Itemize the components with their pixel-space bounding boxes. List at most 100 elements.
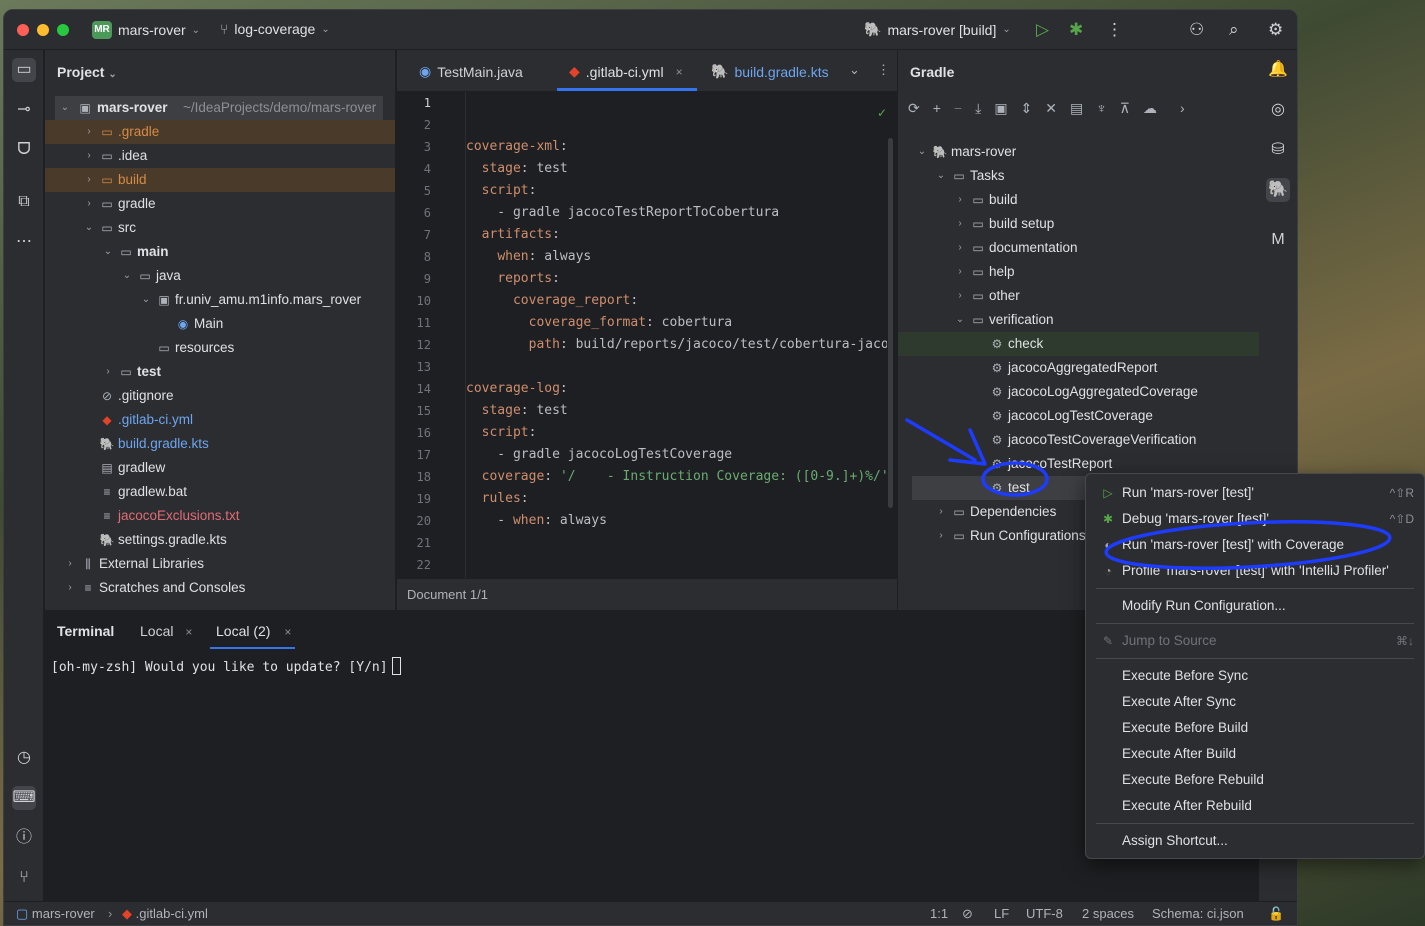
search-icon[interactable]: ⌕ [1229,20,1239,40]
chevron-right-icon[interactable]: › [954,212,966,236]
menu-assign-shortcut[interactable]: Assign Shortcut... [1086,828,1424,854]
menu-execute-before-sync[interactable]: Execute Before Sync [1086,663,1424,689]
problems-icon[interactable]: ⓘ [12,826,36,850]
gradle-tree-item[interactable]: › ▭ build [898,188,1259,212]
chevron-right-icon[interactable]: › [954,188,966,212]
project-tree-item[interactable]: ≡ jacocoExclusions.txt [45,504,395,528]
execute-task-icon[interactable]: ▣ [994,100,1007,120]
project-tree-item[interactable]: ◆ .gitlab-ci.yml [45,408,395,432]
breadcrumb-project[interactable]: ▢ mars-rover [16,906,95,922]
terminal-tab-local[interactable]: Local × [140,623,192,639]
git-icon[interactable]: ⑂ [12,866,36,890]
project-tree-item[interactable]: ⌄ ▣ fr.univ_amu.m1info.mars_rover [45,288,395,312]
dependencies-icon[interactable]: ♆ [1096,100,1107,120]
commit-icon[interactable]: ⊸ [12,98,36,122]
caret-position[interactable]: 1:1 [930,906,948,921]
file-encoding[interactable]: UTF-8 [1026,906,1063,921]
menu-jump-to-source[interactable]: ✎ Jump to Source ⌘↓ [1086,628,1424,654]
gradle-tree-item[interactable]: ⚙ check [898,332,1259,356]
expand-all-icon[interactable]: ⇕ [1021,100,1033,120]
tab-testmain[interactable]: ◉ TestMain.java [419,63,523,80]
lock-icon[interactable]: 🔓 [1268,906,1284,922]
menu-modify-run-config[interactable]: Modify Run Configuration... [1086,593,1424,619]
chevron-down-icon[interactable]: ⌄ [916,140,928,164]
notifications-icon[interactable]: 🔔 [1266,58,1290,82]
more-tools-icon[interactable]: ⋯ [12,230,36,254]
project-tree-item[interactable]: ▤ gradlew [45,456,395,480]
gradle-tree-item[interactable]: ⚙ jacocoLogTestCoverage [898,404,1259,428]
line-ending[interactable]: LF [994,906,1009,921]
zoom-window-button[interactable] [57,24,69,36]
collapse-all-icon[interactable]: ✕ [1045,100,1057,120]
chevron-down-icon[interactable]: ⌄ [954,308,966,332]
project-tree-item[interactable]: › ▭ gradle [45,192,395,216]
chevron-right-icon[interactable]: › [83,120,95,144]
chevron-right-icon[interactable]: › [954,260,966,284]
project-panel-title[interactable]: Project ⌄ [57,64,117,80]
chevron-right-icon[interactable]: › [102,360,114,384]
tab-more-icon[interactable]: ⋮ [877,62,890,78]
close-window-button[interactable] [17,24,29,36]
gradle-tree-item[interactable]: ⌄ 🐘 mars-rover [898,140,1259,164]
chevron-right-icon[interactable]: › [1180,100,1185,120]
project-tree-item[interactable]: ≡ gradlew.bat [45,480,395,504]
chevron-right-icon[interactable]: › [83,168,95,192]
menu-run[interactable]: ▷ Run 'mars-rover [test]' ^⇧R [1086,480,1424,506]
chevron-down-icon[interactable]: ⌄ [140,288,152,312]
run-config-selector[interactable]: 🐘 mars-rover [build] ⌄ [864,21,1011,38]
menu-run-with-coverage[interactable]: ◐ Run 'mars-rover [test]' with Coverage [1086,532,1424,558]
run-icon[interactable]: ▷ [1036,20,1049,40]
ai-assistant-icon[interactable]: ◎ [1266,98,1290,122]
menu-execute-after-sync[interactable]: Execute After Sync [1086,689,1424,715]
tree-root[interactable]: ⌄ ▣ mars-rover ~/IdeaProjects/demo/mars-… [55,96,383,120]
gradle-tree-item[interactable]: ⌄ ▭ verification [898,308,1259,332]
gradle-tree-item[interactable]: › ▭ build setup [898,212,1259,236]
menu-execute-after-build[interactable]: Execute After Build [1086,741,1424,767]
chevron-down-icon[interactable]: ⌄ [121,264,133,288]
project-tree-item[interactable]: › ▭ test [45,360,395,384]
project-tree-item[interactable]: › ▭ .idea [45,144,395,168]
code-area[interactable]: coverage-xml: stage: test script: - grad… [465,92,887,578]
menu-execute-before-build[interactable]: Execute Before Build [1086,715,1424,741]
chevron-right-icon[interactable]: › [954,284,966,308]
chevron-down-icon[interactable]: ⌄ [935,164,947,188]
terminal-output[interactable]: [oh-my-zsh] Would you like to update? [Y… [51,657,401,675]
chevron-right-icon[interactable]: › [935,500,947,524]
chevron-down-icon[interactable]: ⌄ [83,216,95,240]
gradle-tree-item[interactable]: ⌄ ▭ Tasks [898,164,1259,188]
project-tree-item[interactable]: 🐘 build.gradle.kts [45,432,395,456]
remove-icon[interactable]: − [954,100,962,120]
editor-scrollbar[interactable] [888,138,893,508]
indent-setting[interactable]: 2 spaces [1082,906,1134,921]
branch-selector[interactable]: ⑂ log-coverage ⌄ [220,21,330,37]
offline-mode-icon[interactable]: ☁ [1143,100,1157,120]
chevron-right-icon[interactable]: › [935,524,947,548]
services-icon[interactable]: ◷ [12,746,36,770]
menu-execute-after-rebuild[interactable]: Execute After Rebuild [1086,793,1424,819]
chevron-right-icon[interactable]: › [64,552,76,576]
more-icon[interactable]: ⋮ [1106,20,1123,40]
chevron-right-icon[interactable]: › [64,576,76,600]
project-tree-item[interactable]: › ▭ .gradle [45,120,395,144]
project-tree-item[interactable]: ⌄ ▭ java [45,264,395,288]
chevron-right-icon[interactable]: › [954,236,966,260]
settings-icon[interactable]: ⚙ [1268,20,1283,40]
tab-list-chevron-icon[interactable]: ⌄ [849,62,860,78]
download-icon[interactable]: ⤓ [975,100,981,120]
gradle-tree-item[interactable]: › ▭ other [898,284,1259,308]
gradle-tree-item[interactable]: ⚙ jacocoTestCoverageVerification [898,428,1259,452]
add-icon[interactable]: + [933,100,941,120]
gradle-tree-item[interactable]: › ▭ help [898,260,1259,284]
breadcrumb-file[interactable]: ◆ .gitlab-ci.yml [122,906,208,922]
tab-build-gradle[interactable]: 🐘 build.gradle.kts [711,63,829,80]
project-tree-item[interactable]: › ▭ build [45,168,395,192]
chevron-down-icon[interactable]: ⌄ [102,240,114,264]
tab-gitlab-ci[interactable]: ◆ .gitlab-ci.yml × [569,63,683,80]
debug-icon[interactable]: ✱ [1069,20,1083,40]
gitlab-icon[interactable]: ᗜ [12,138,36,162]
add-user-icon[interactable]: ⚇ [1189,20,1204,40]
project-tree-item[interactable]: ⊘ .gitignore [45,384,395,408]
json-schema[interactable]: Schema: ci.json [1152,906,1244,921]
menu-profile[interactable]: ◔ Profile 'mars-rover [test]' with 'Intel… [1086,558,1424,584]
project-tree-item[interactable]: ⌄ ▭ main [45,240,395,264]
